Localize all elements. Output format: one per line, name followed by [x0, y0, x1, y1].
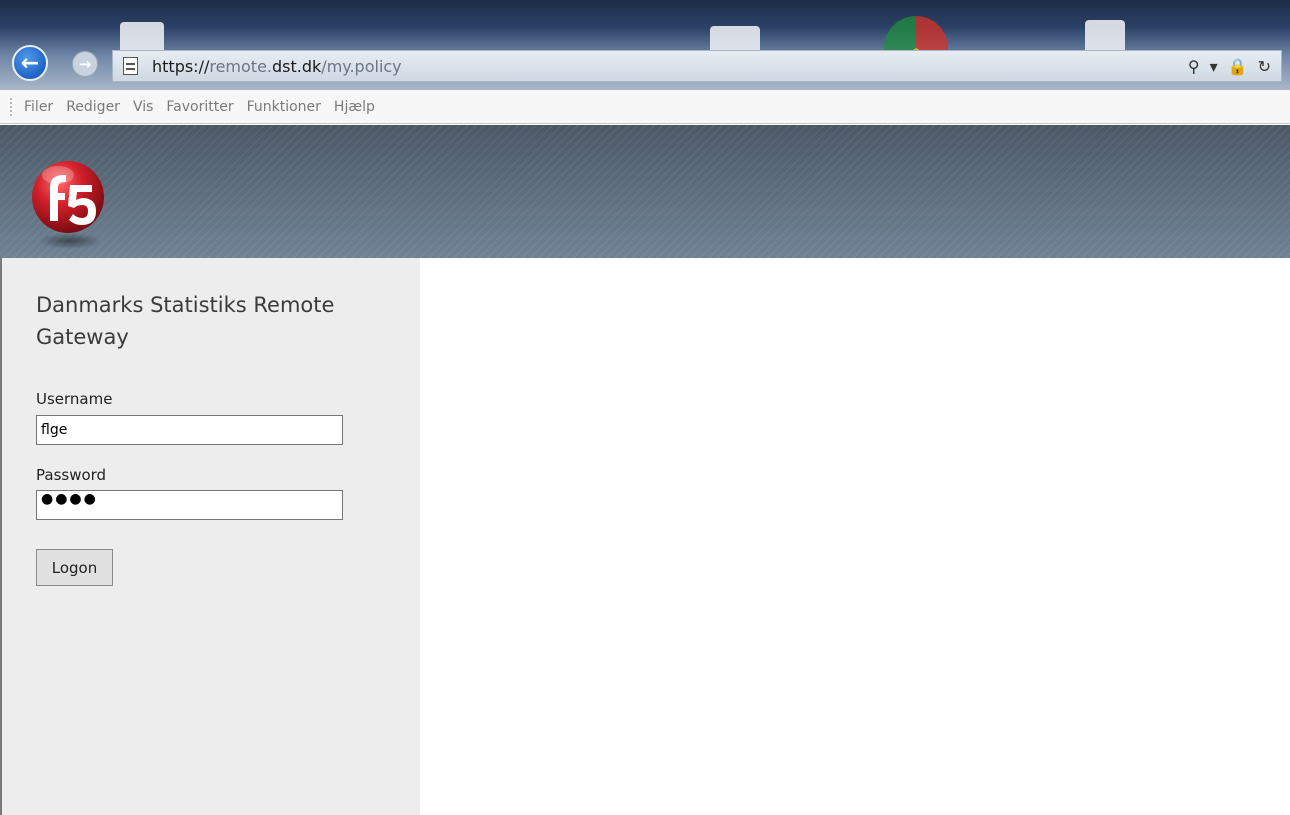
- url-text[interactable]: https://remote.dst.dk/my.policy: [152, 57, 402, 76]
- menu-item-vis[interactable]: Vis: [133, 99, 153, 115]
- url-scheme: https://: [152, 56, 210, 76]
- url-host-prefix: remote.: [209, 56, 273, 76]
- username-field[interactable]: flge: [36, 415, 343, 445]
- address-bar[interactable]: https://remote.dst.dk/my.policy ⚲ ▾ 🔒 ↻: [112, 50, 1282, 82]
- main-content-area: [420, 258, 1290, 815]
- arrow-left-icon: ←: [20, 50, 40, 76]
- window-edge: [0, 258, 2, 815]
- address-tools: ⚲ ▾ 🔒 ↻: [1188, 57, 1271, 76]
- lock-icon[interactable]: 🔒: [1228, 57, 1248, 76]
- login-panel: Danmarks Statistiks Remote Gateway Usern…: [0, 258, 420, 815]
- back-button[interactable]: ←: [12, 45, 48, 81]
- url-path: /my.policy: [321, 56, 402, 76]
- menu-item-rediger[interactable]: Rediger: [66, 99, 120, 115]
- browser-titlebar: ← → https://remote.dst.dk/my.policy ⚲ ▾ …: [0, 0, 1290, 90]
- arrow-right-icon: →: [78, 55, 92, 73]
- menu-item-funktioner[interactable]: Funktioner: [247, 99, 321, 115]
- refresh-icon[interactable]: ↻: [1258, 57, 1271, 76]
- menu-item-hjaelp[interactable]: Hjælp: [334, 99, 375, 115]
- chevron-down-icon[interactable]: ▾: [1210, 57, 1218, 76]
- username-label: Username: [36, 390, 113, 408]
- page-title: Danmarks Statistiks Remote Gateway: [36, 293, 335, 349]
- menu-item-favoritter[interactable]: Favoritter: [166, 99, 233, 115]
- menu-item-filer[interactable]: Filer: [24, 99, 53, 115]
- forward-button[interactable]: →: [72, 51, 98, 77]
- password-label: Password: [36, 466, 107, 484]
- search-icon[interactable]: ⚲: [1188, 57, 1200, 76]
- url-host-domain: dst.dk: [272, 56, 322, 76]
- f5-header-band: [0, 125, 1290, 258]
- menu-bar: Filer Rediger Vis Favoritter Funktioner …: [0, 90, 1290, 124]
- logon-button[interactable]: Logon: [36, 549, 113, 586]
- password-field[interactable]: ●●●●: [36, 490, 343, 520]
- f5-logo: [32, 161, 104, 249]
- page-icon: [123, 57, 138, 75]
